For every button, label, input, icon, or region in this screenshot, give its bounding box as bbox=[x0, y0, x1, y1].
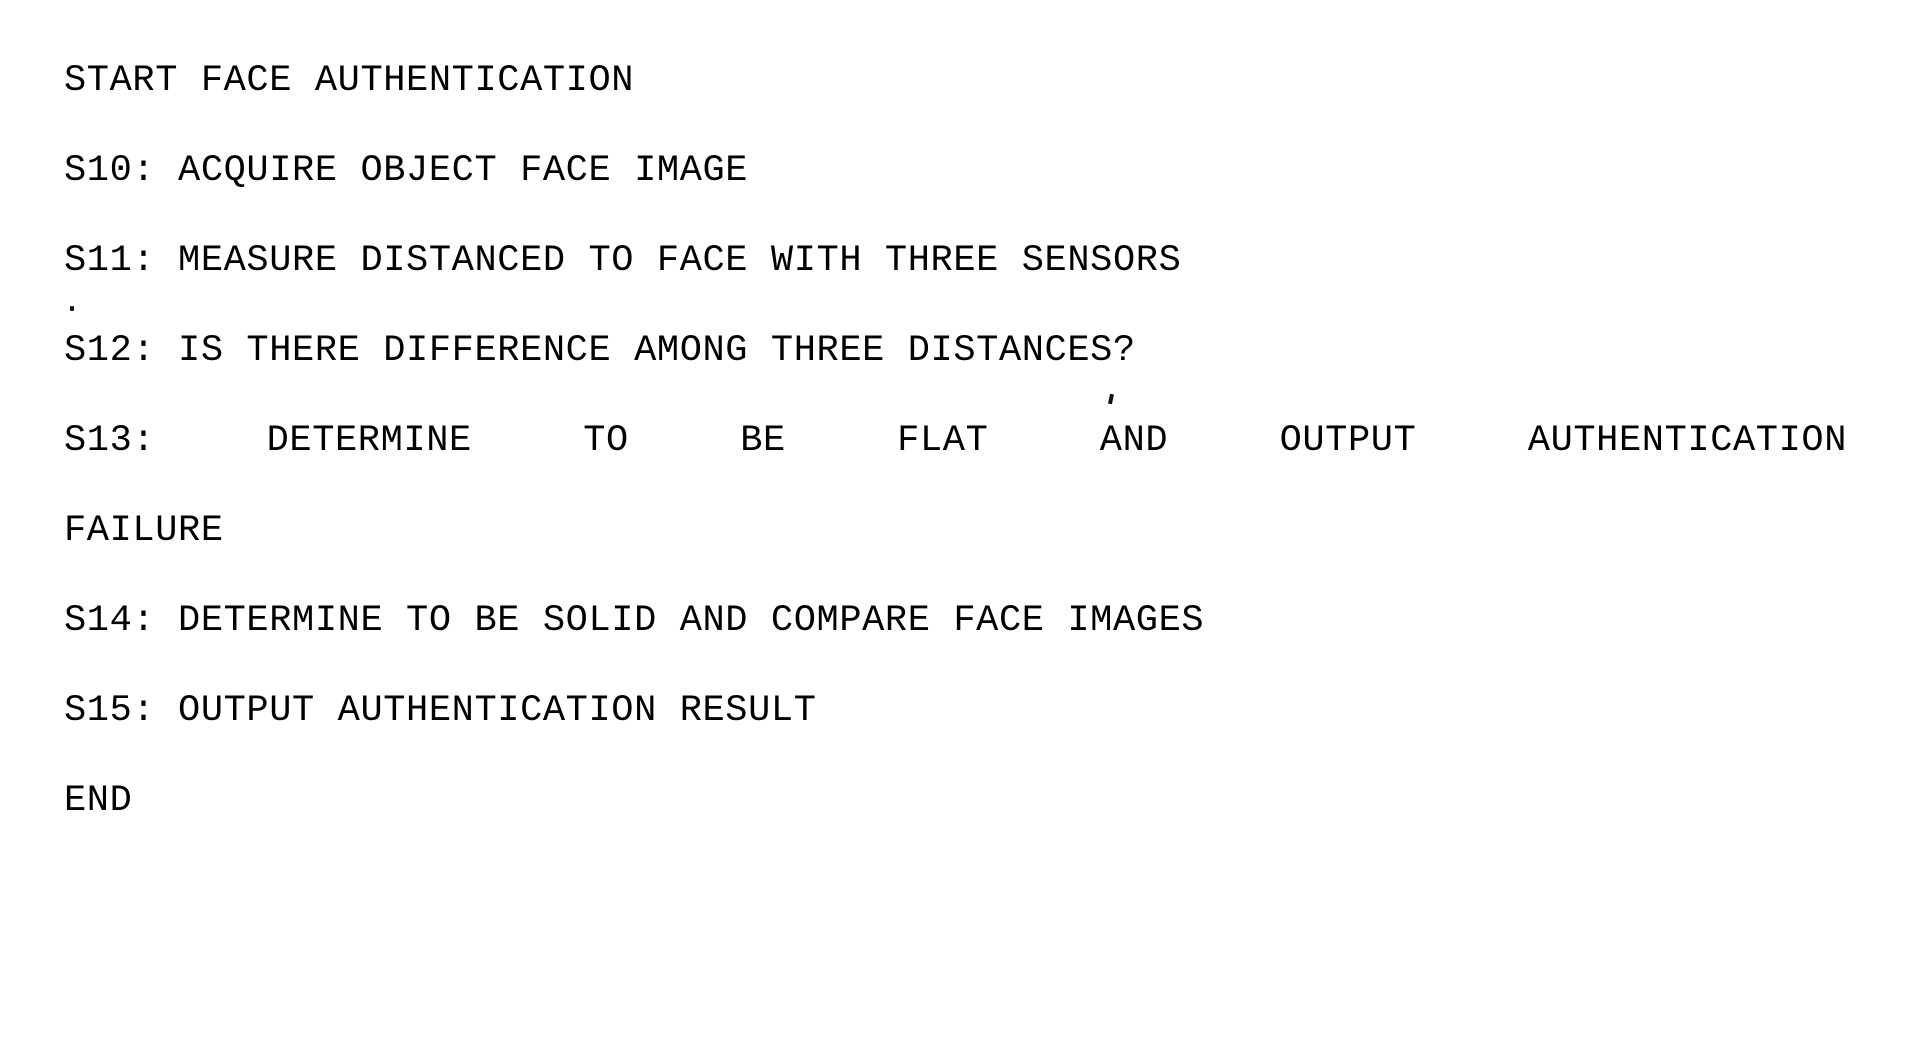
line-s15: S15: OUTPUT AUTHENTICATION RESULT bbox=[64, 690, 817, 732]
line-s10: S10: ACQUIRE OBJECT FACE IMAGE bbox=[64, 150, 749, 192]
line-s13-continuation: FAILURE bbox=[64, 510, 224, 552]
s13-word-2: TO bbox=[583, 420, 629, 462]
line-s14: S14: DETERMINE TO BE SOLID AND COMPARE F… bbox=[64, 600, 1205, 642]
line-s11: S11: MEASURE DISTANCED TO FACE WITH THRE… bbox=[64, 240, 1182, 282]
line-start: START FACE AUTHENTICATION bbox=[64, 60, 635, 102]
s13-word-1: DETERMINE bbox=[266, 420, 472, 462]
line-s12: S12: IS THERE DIFFERENCE AMONG THREE DIS… bbox=[64, 330, 1136, 372]
s13-word-3: BE bbox=[740, 420, 786, 462]
line-s13: S13: DETERMINE TO BE FLAT AND OUTPUT AUT… bbox=[64, 396, 1847, 486]
s13-word-4: FLAT bbox=[897, 420, 989, 462]
s13-word-6: OUTPUT bbox=[1279, 420, 1417, 462]
s13-word-7: AUTHENTICATION bbox=[1527, 420, 1848, 462]
s13-word-5: AND bbox=[1099, 420, 1169, 462]
s13-word-0: S13: bbox=[64, 420, 156, 462]
scan-speck bbox=[70, 306, 74, 311]
step-list: START FACE AUTHENTICATION S10: ACQUIRE O… bbox=[64, 36, 1847, 846]
line-end: END bbox=[64, 780, 133, 822]
scanned-page: START FACE AUTHENTICATION S10: ACQUIRE O… bbox=[0, 0, 1906, 1048]
